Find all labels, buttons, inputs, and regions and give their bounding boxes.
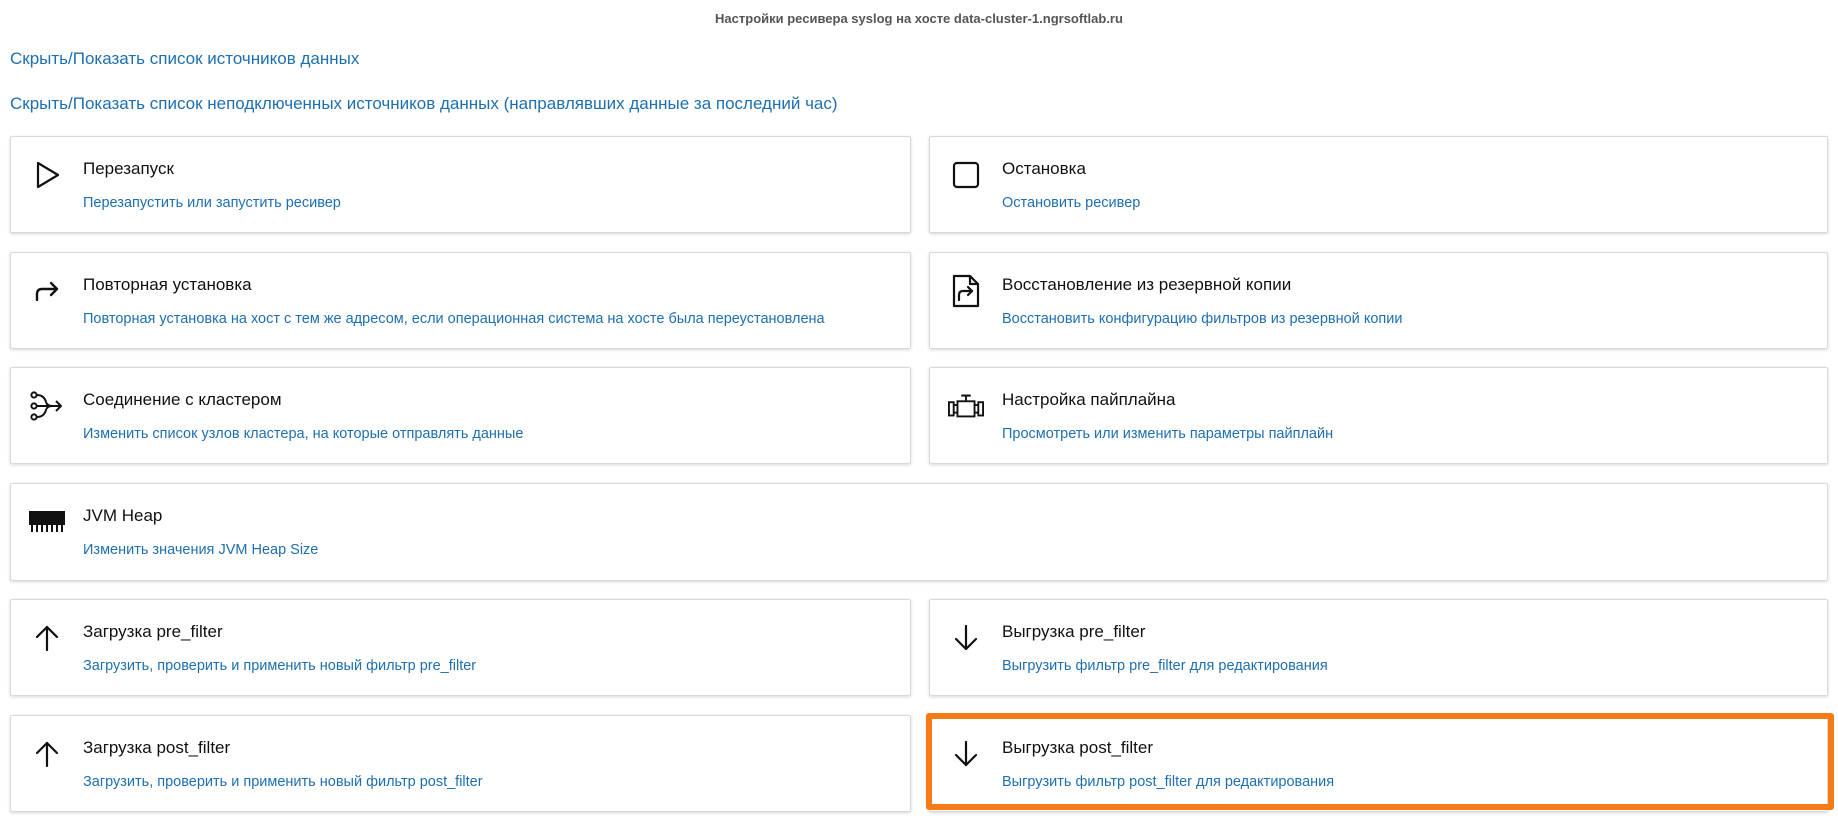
memory-icon bbox=[29, 504, 65, 540]
restart-title: Перезапуск bbox=[83, 159, 174, 178]
stop-icon bbox=[948, 157, 984, 193]
stop-card[interactable]: Остановка Остановить ресивер bbox=[929, 136, 1828, 233]
restore-backup-description[interactable]: Восстановить конфигурацию фильтров из ре… bbox=[1002, 311, 1402, 327]
reinstall-title: Повторная установка bbox=[83, 275, 252, 294]
download-post-filter-title: Выгрузка post_filter bbox=[1002, 738, 1154, 757]
jvm-heap-description[interactable]: Изменить значения JVM Heap Size bbox=[83, 542, 318, 558]
reinstall-card[interactable]: Повторная установка Повторная установка … bbox=[10, 252, 911, 349]
download-post-filter-description[interactable]: Выгрузить фильтр post_filter для редакти… bbox=[1002, 774, 1334, 790]
file-restore-icon bbox=[948, 273, 984, 309]
restore-backup-card[interactable]: Восстановление из резервной копии Восста… bbox=[929, 252, 1828, 349]
download-pre-filter-card[interactable]: Выгрузка pre_filter Выгрузить фильтр pre… bbox=[929, 599, 1828, 696]
jvm-heap-title: JVM Heap bbox=[83, 506, 163, 525]
restart-card[interactable]: Перезапуск Перезапустить или запустить р… bbox=[10, 136, 911, 233]
pipeline-settings-description[interactable]: Просмотреть или изменить параметры пайпл… bbox=[1002, 426, 1333, 442]
restore-backup-title: Восстановление из резервной копии bbox=[1002, 275, 1292, 294]
pipeline-settings-card[interactable]: Настройка пайплайна Просмотреть или изме… bbox=[929, 367, 1828, 464]
download-pre-filter-description[interactable]: Выгрузить фильтр pre_filter для редактир… bbox=[1002, 658, 1328, 674]
merge-arrows-icon bbox=[29, 388, 65, 424]
arrow-up-icon bbox=[29, 736, 65, 772]
pipeline-settings-title: Настройка пайплайна bbox=[1002, 390, 1176, 409]
page-title: Настройки ресивера syslog на хосте data-… bbox=[715, 11, 1123, 26]
stop-title: Остановка bbox=[1002, 159, 1086, 178]
play-icon bbox=[29, 157, 65, 193]
toggle-unconnected-sources-link[interactable]: Скрыть/Показать список неподключенных ис… bbox=[10, 94, 838, 114]
arrow-up-icon bbox=[29, 620, 65, 656]
toggle-sources-link[interactable]: Скрыть/Показать список источников данных bbox=[10, 49, 359, 69]
download-pre-filter-title: Выгрузка pre_filter bbox=[1002, 622, 1146, 641]
redo-arrow-icon bbox=[29, 273, 65, 309]
download-post-filter-card[interactable]: Выгрузка post_filter Выгрузить фильтр po… bbox=[929, 715, 1828, 812]
arrow-down-icon bbox=[948, 736, 984, 772]
restart-description[interactable]: Перезапустить или запустить ресивер bbox=[83, 195, 341, 211]
cluster-connection-card[interactable]: Соединение с кластером Изменить список у… bbox=[10, 367, 911, 464]
reinstall-description[interactable]: Повторная установка на хост с тем же адр… bbox=[83, 311, 825, 327]
arrow-down-icon bbox=[948, 620, 984, 656]
jvm-heap-card[interactable]: JVM Heap Изменить значения JVM Heap Size bbox=[10, 483, 1828, 581]
upload-pre-filter-description[interactable]: Загрузить, проверить и применить новый ф… bbox=[83, 658, 476, 674]
stop-description[interactable]: Остановить ресивер bbox=[1002, 195, 1140, 211]
upload-pre-filter-card[interactable]: Загрузка pre_filter Загрузить, проверить… bbox=[10, 599, 911, 696]
upload-post-filter-description[interactable]: Загрузить, проверить и применить новый ф… bbox=[83, 774, 483, 790]
upload-post-filter-title: Загрузка post_filter bbox=[83, 738, 231, 757]
cluster-connection-title: Соединение с кластером bbox=[83, 390, 282, 409]
pipeline-icon bbox=[948, 388, 984, 424]
upload-pre-filter-title: Загрузка pre_filter bbox=[83, 622, 223, 641]
cluster-connection-description[interactable]: Изменить список узлов кластера, на котор… bbox=[83, 426, 523, 442]
upload-post-filter-card[interactable]: Загрузка post_filter Загрузить, проверит… bbox=[10, 715, 911, 812]
